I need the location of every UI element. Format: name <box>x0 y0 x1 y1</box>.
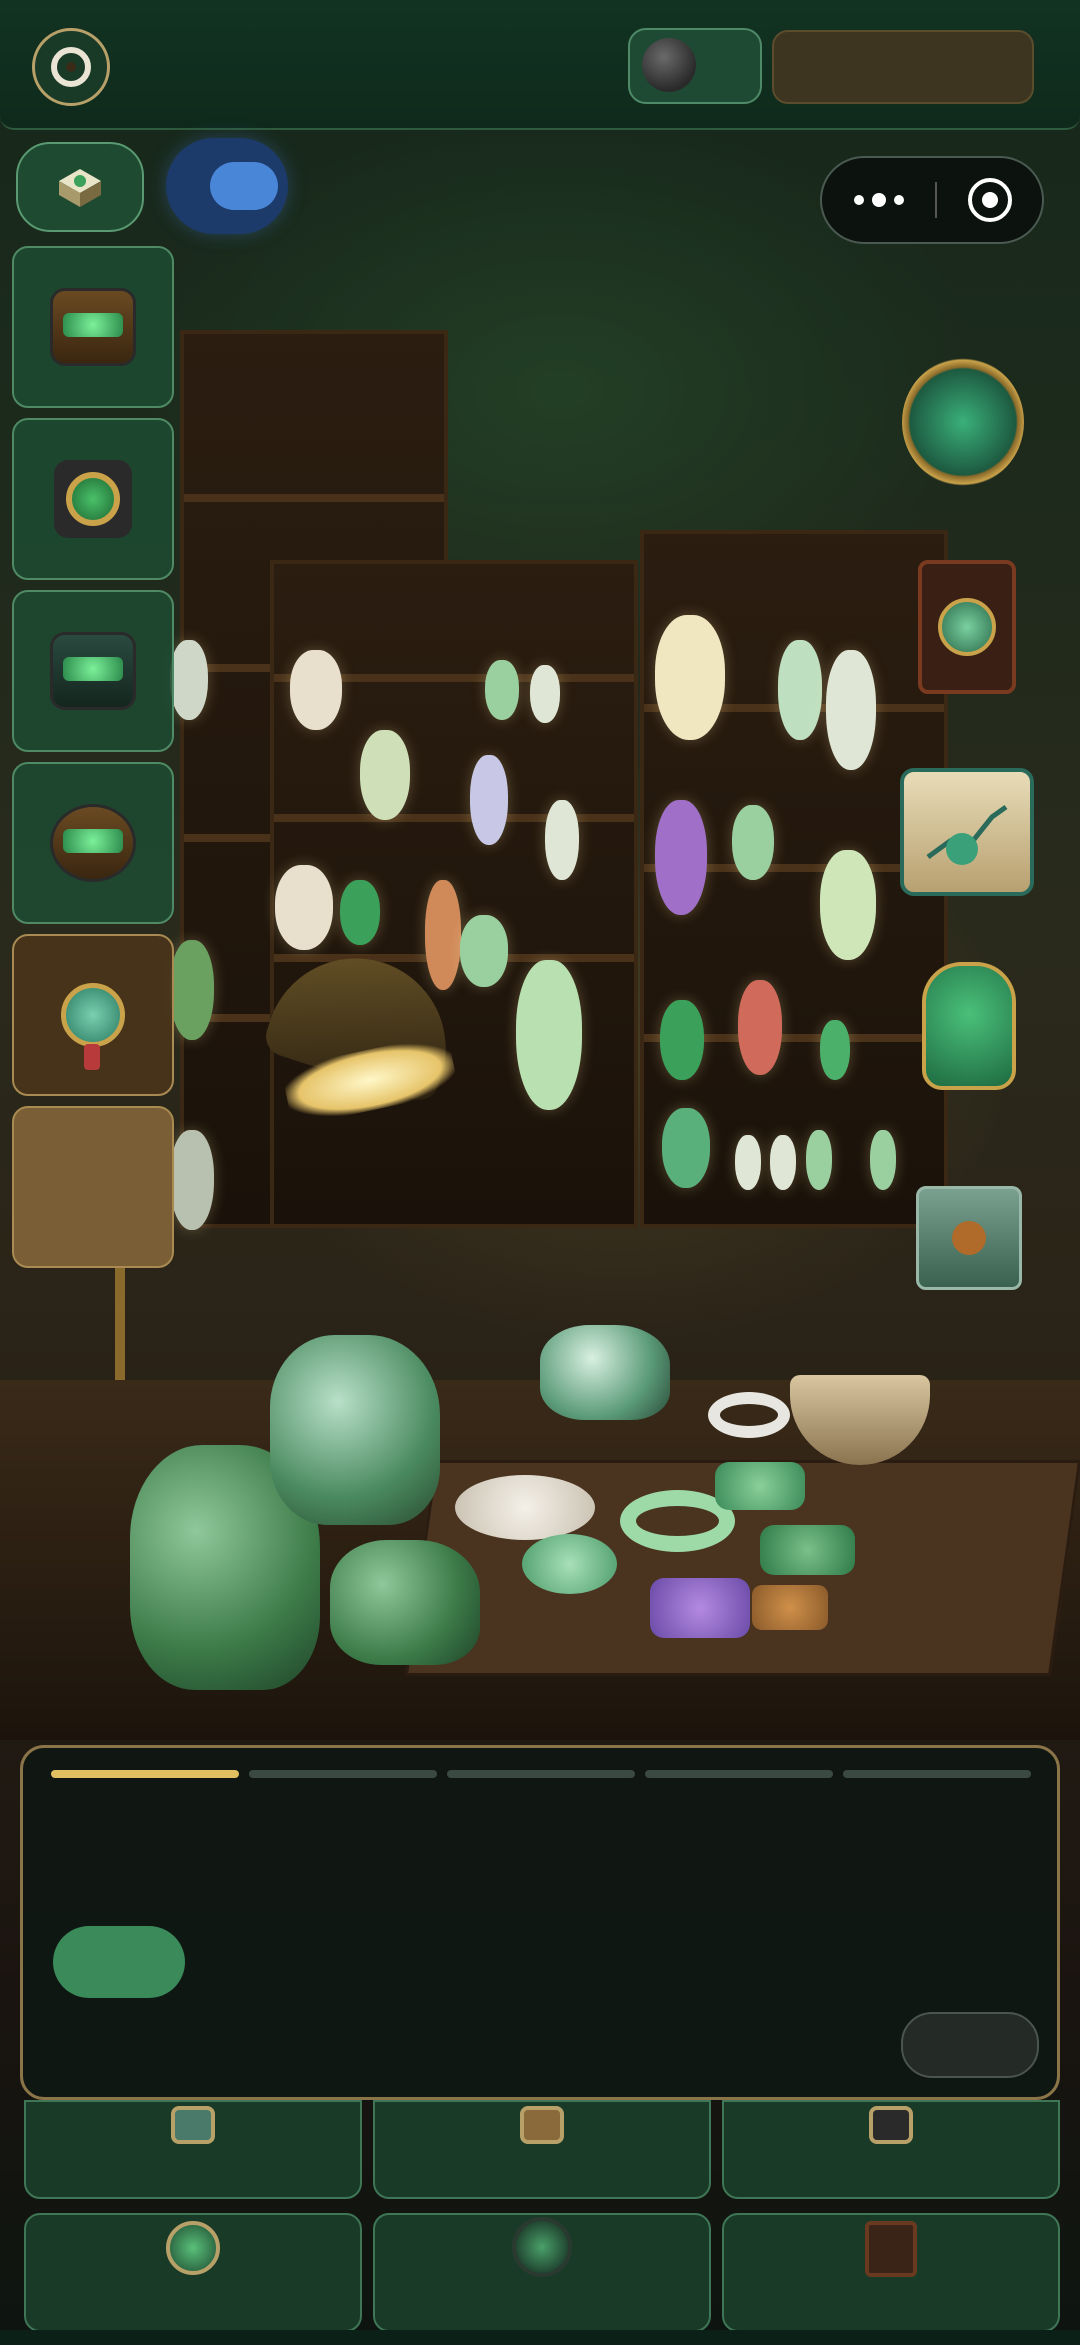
blue-toggle-button[interactable] <box>166 138 288 234</box>
stone-coin-icon <box>642 38 696 92</box>
progress-segment <box>645 1770 833 1778</box>
raw-jade-rock <box>270 1335 440 1525</box>
jade-carving <box>470 755 508 845</box>
jade-carving <box>360 730 410 820</box>
grid-card-4[interactable] <box>24 2213 362 2332</box>
dark-stone-icon <box>869 2106 913 2144</box>
dragon-pendant-icon[interactable] <box>922 962 1016 1090</box>
jade-carving <box>340 880 380 945</box>
white-jade-disc <box>455 1475 595 1540</box>
jade-carving <box>545 800 579 880</box>
market-scroll-icon[interactable] <box>900 768 1034 896</box>
jade-carving <box>425 880 461 990</box>
more-options-icon[interactable] <box>854 193 904 207</box>
jade-box-icon <box>59 169 101 207</box>
jade-carving <box>290 650 342 730</box>
jade-carving <box>170 1130 214 1230</box>
jade-chest-icon <box>53 291 133 363</box>
step-progress <box>51 1770 1031 1778</box>
jade-carving <box>806 1130 832 1190</box>
side-menu-item-3[interactable] <box>12 590 174 752</box>
raw-jade-rock <box>330 1540 480 1665</box>
jade-carving <box>170 940 214 1040</box>
jade-box-button[interactable] <box>16 142 144 232</box>
side-menu-item-6[interactable] <box>12 1106 174 1268</box>
close-target-icon[interactable] <box>968 178 1012 222</box>
jade-carving <box>778 640 822 740</box>
pendant-icon <box>61 983 125 1070</box>
stone-currency-button[interactable] <box>628 28 762 104</box>
jade-carving <box>732 805 774 880</box>
jade-bangle-icon <box>171 2106 215 2144</box>
treasure-box-icon <box>53 635 133 707</box>
jade-ring-icon <box>51 47 91 87</box>
player-avatar[interactable] <box>32 28 110 106</box>
jade-carving <box>660 1000 704 1080</box>
amber-piece <box>752 1585 828 1630</box>
jade-carving <box>516 960 582 1110</box>
jade-carving <box>820 1020 850 1080</box>
jade-carving <box>460 915 508 987</box>
top-bar <box>0 0 1080 130</box>
grid-card-2[interactable] <box>373 2100 711 2199</box>
grid-card-5[interactable] <box>373 2213 711 2332</box>
jade-carving <box>275 865 333 950</box>
mini-program-capsule[interactable] <box>820 156 1044 244</box>
bottom-edge <box>0 2330 1080 2345</box>
progress-segment <box>447 1770 635 1778</box>
side-menu-item-4[interactable] <box>12 762 174 924</box>
jade-carving <box>820 850 876 960</box>
toggle-knob <box>210 162 278 210</box>
side-menu-item-2[interactable] <box>12 418 174 580</box>
jade-carving <box>485 660 519 720</box>
jade-carving <box>662 1108 710 1188</box>
gold-currency-bar[interactable] <box>772 30 1034 104</box>
side-menu-item-1[interactable] <box>12 246 174 408</box>
side-menu-item-5[interactable] <box>12 934 174 1096</box>
envelope-icon[interactable] <box>916 1186 1022 1290</box>
jade-carving <box>826 650 876 770</box>
jade-orb-icon <box>166 2221 220 2275</box>
jade-carving <box>170 640 208 720</box>
progress-segment <box>249 1770 437 1778</box>
white-bangle <box>708 1392 790 1438</box>
jade-carving <box>870 1130 896 1190</box>
figurine-icon <box>520 2106 564 2144</box>
jade-carving <box>655 615 725 740</box>
primary-button[interactable] <box>53 1926 185 1998</box>
jade-carving <box>735 1135 761 1190</box>
progress-segment <box>843 1770 1031 1778</box>
lantern-icon <box>865 2221 917 2277</box>
grid-card-1[interactable] <box>24 2100 362 2199</box>
jade-carving <box>770 1135 796 1190</box>
secondary-button[interactable] <box>901 2012 1039 2078</box>
purple-jade-piece <box>650 1578 750 1638</box>
jade-piece <box>715 1462 805 1510</box>
open-chest-icon <box>53 807 133 879</box>
tutorial-dialog <box>20 1745 1060 2100</box>
jade-carving <box>738 980 782 1075</box>
grid-card-3[interactable] <box>722 2100 1060 2199</box>
jade-piece <box>522 1534 617 1594</box>
jade-piece <box>760 1525 855 1575</box>
capsule-divider <box>935 182 937 218</box>
jade-carving <box>655 800 707 915</box>
raw-jade-rock <box>540 1325 670 1420</box>
jade-clock-icon[interactable] <box>918 560 1016 694</box>
trend-chart-icon <box>926 804 1008 865</box>
grid-card-6[interactable] <box>722 2213 1060 2332</box>
jade-medallion-icon <box>54 460 132 538</box>
progress-segment <box>51 1770 239 1778</box>
dark-medallion-icon <box>512 2217 572 2277</box>
trophy-icon[interactable] <box>902 358 1024 486</box>
jade-carving <box>530 665 560 723</box>
